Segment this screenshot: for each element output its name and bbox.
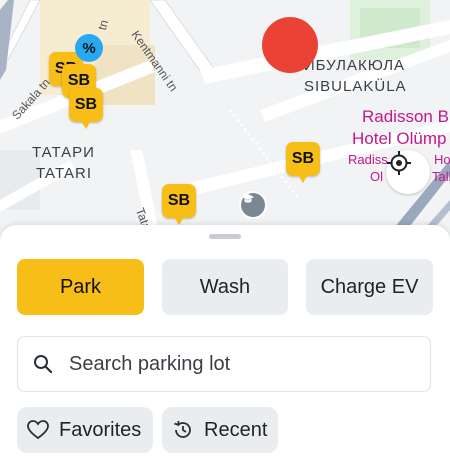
graduation-cap-icon xyxy=(239,191,267,219)
discount-badge[interactable]: % xyxy=(75,34,103,62)
parking-pin[interactable]: SB xyxy=(286,142,320,183)
poi-label-line1: Radisson B xyxy=(362,107,449,126)
district-label-sibulakula: SIBULAKÜLA xyxy=(304,78,407,95)
recent-chip[interactable]: Recent xyxy=(162,407,278,453)
map-view[interactable]: Sakala tn tn Kentmanni tn Tatari tn ТАТА… xyxy=(0,0,450,245)
drag-handle[interactable] xyxy=(209,234,241,239)
poi-label-line2: Hotel Olümp xyxy=(352,129,447,148)
tab-park[interactable]: Park xyxy=(17,259,144,315)
parking-pin[interactable]: SB xyxy=(69,88,103,129)
search-bar[interactable] xyxy=(17,336,431,392)
poi-small-1: Radiss xyxy=(348,152,388,167)
search-input[interactable] xyxy=(67,351,401,377)
location-marker[interactable] xyxy=(262,17,318,73)
poi-small-1b: Ho xyxy=(434,152,450,167)
tab-charge-ev[interactable]: Charge EV xyxy=(306,259,433,315)
parking-pin[interactable]: SB xyxy=(162,184,196,225)
poi-small-2b: Talli xyxy=(432,169,450,184)
favorites-label: Favorites xyxy=(59,418,142,441)
bottom-sheet[interactable]: Park Wash Charge EV Favorites Recent xyxy=(0,225,450,465)
poi-small-2: Ol xyxy=(370,169,383,184)
recent-label: Recent xyxy=(204,418,268,441)
search-icon xyxy=(33,354,53,374)
heart-icon xyxy=(27,420,49,440)
district-label-tatari-cyrillic: ТАТАРИ xyxy=(32,144,95,161)
history-icon xyxy=(172,419,194,441)
my-location-button[interactable] xyxy=(386,150,430,194)
tab-wash[interactable]: Wash xyxy=(162,259,288,315)
favorites-chip[interactable]: Favorites xyxy=(17,407,153,453)
district-label-tatari: TATARI xyxy=(36,165,92,182)
